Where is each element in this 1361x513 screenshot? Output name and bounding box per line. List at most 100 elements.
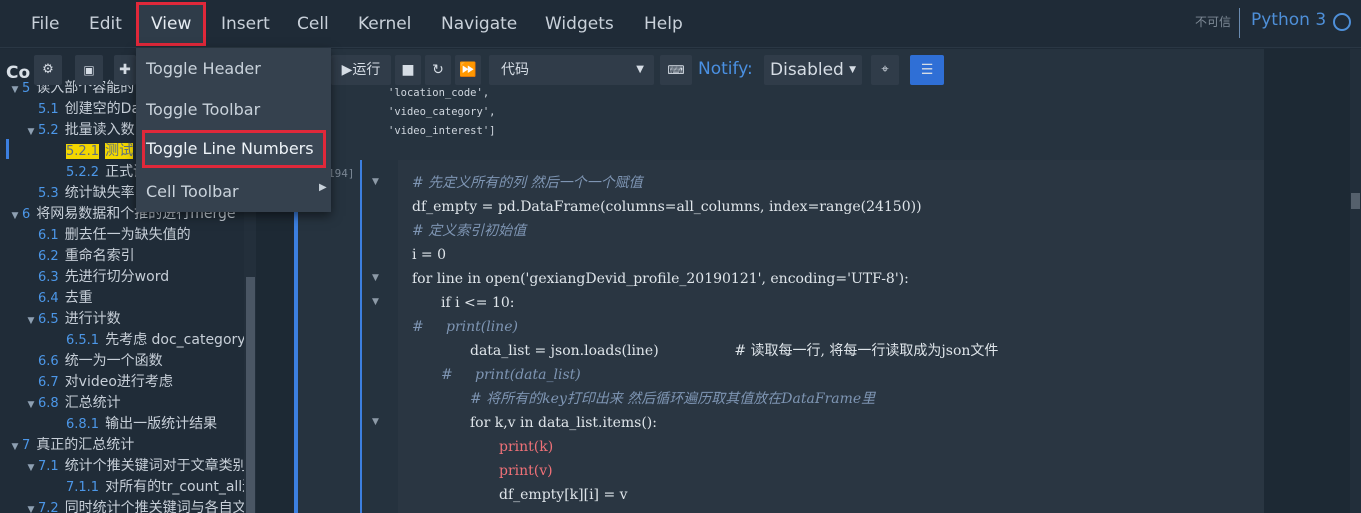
trust-indicator[interactable]: 不可信 — [1195, 13, 1231, 30]
menu-cell[interactable]: Cell — [297, 0, 329, 48]
toc-text: 对所有的tr_count_all进行 — [105, 479, 256, 495]
code-line: # 先定义所有的列 然后一个一个赋值 — [412, 175, 643, 191]
toc-item[interactable]: 6.2 重命名索引 — [24, 246, 135, 267]
toc-text: 同时统计个推关键词与各自文 — [64, 500, 247, 513]
toc-item[interactable]: 6.4 去重 — [24, 288, 93, 309]
toc-item[interactable]: 5.2.1 测试 — [52, 141, 134, 162]
fold-caret-icon[interactable]: ▼ — [372, 273, 379, 283]
chevron-down-icon: ▼ — [636, 64, 644, 75]
notebook-scrollbar[interactable] — [1350, 49, 1361, 513]
toc-current-marker — [6, 139, 9, 159]
add-cell-icon[interactable]: ✚ — [114, 55, 136, 85]
menu-navigate[interactable]: Navigate — [441, 0, 517, 48]
caret-down-icon[interactable]: ▼ — [8, 80, 22, 101]
toc-item[interactable]: ▼ 7.2 同时统计个推关键词与各自文 — [24, 498, 247, 513]
notify-select[interactable]: Disabled ▼ — [764, 55, 862, 85]
run-label: 运行 — [352, 62, 381, 78]
menu-kernel[interactable]: Kernel — [358, 0, 411, 48]
fold-caret-icon[interactable]: ▼ — [372, 177, 379, 187]
menubar: File Edit View Insert Cell Kernel Naviga… — [0, 0, 1361, 48]
target-icon[interactable]: ⌖ — [871, 55, 899, 85]
gear-icon[interactable]: ⚙ — [34, 55, 62, 85]
caret-down-icon[interactable]: ▼ — [24, 122, 38, 143]
view-menu-dropdown: Toggle Header Toggle Toolbar Toggle Line… — [136, 48, 331, 212]
toc-number: 6.5.1 — [66, 333, 100, 348]
toc-item[interactable]: ▼ 7.1 统计个推关键词对于文章类别 — [24, 456, 247, 477]
toc-text: 统一为一个函数 — [64, 353, 163, 369]
jupyter-notebook-window: File Edit View Insert Cell Kernel Naviga… — [0, 0, 1361, 513]
caret-down-icon[interactable]: ▼ — [8, 206, 22, 227]
toc-text: 创建空的Da — [64, 101, 141, 117]
toc-text: 汇总统计 — [64, 395, 121, 411]
stop-icon[interactable]: ■ — [395, 55, 421, 85]
menu-insert[interactable]: Insert — [221, 0, 270, 48]
restart-icon[interactable]: ↻ — [425, 55, 451, 85]
submenu-arrow-icon: ▶ — [319, 182, 327, 193]
menu-help[interactable]: Help — [644, 0, 683, 48]
toc-text: 先进行切分word — [64, 269, 170, 285]
list-icon[interactable]: ☰ — [910, 55, 944, 85]
toc-item[interactable]: ▼ 7 真正的汇总统计 — [8, 435, 135, 458]
menu-item-toggle-header[interactable]: Toggle Header — [136, 50, 331, 88]
code-line: df_empty[k][i] = v — [499, 487, 628, 503]
sidebar-scrollbar-thumb[interactable] — [246, 277, 255, 513]
fast-forward-icon[interactable]: ⏩ — [455, 55, 481, 85]
toc-number: 5.1 — [38, 102, 59, 117]
toc-item[interactable]: 7.1.1 对所有的tr_count_all进行 — [52, 477, 256, 498]
toc-text: 统计个推关键词对于文章类别 — [64, 458, 247, 474]
toc-item[interactable]: 6.3 先进行切分word — [24, 267, 169, 288]
toc-item[interactable]: ▼ 5.2 批量读入数 — [24, 120, 135, 141]
toc-number: 5 — [22, 81, 31, 96]
cell-selection-bar — [294, 160, 298, 513]
menu-edit[interactable]: Edit — [89, 0, 122, 48]
caret-down-icon[interactable]: ▼ — [24, 500, 38, 513]
toc-item[interactable]: 6.7 对video进行考虑 — [24, 372, 173, 393]
toc-number: 7 — [22, 438, 31, 453]
menu-item-toggle-toolbar[interactable]: Toggle Toolbar — [136, 91, 331, 129]
chevron-down-icon: ▼ — [849, 65, 856, 75]
caret-down-icon[interactable]: ▼ — [24, 458, 38, 479]
fold-caret-icon[interactable]: ▼ — [372, 297, 379, 307]
menu-widgets[interactable]: Widgets — [545, 0, 614, 48]
toc-item[interactable]: 6.5.1 先考虑 doc_category 生 — [52, 330, 256, 351]
toc-text: 先考虑 doc_category 生 — [105, 332, 256, 348]
caret-down-icon[interactable]: ▼ — [8, 437, 22, 458]
code-gutter — [360, 160, 398, 513]
toc-item[interactable]: 5.3 统计缺失率 — [24, 183, 135, 204]
toc-number: 6.7 — [38, 375, 59, 390]
toc-number: 6.8 — [38, 396, 59, 411]
toc-number: 7.1 — [38, 459, 59, 474]
cell-type-select[interactable]: 代码 ▼ — [489, 55, 654, 85]
code-line: print(k) — [499, 439, 554, 455]
notify-value: Disabled — [770, 60, 844, 80]
menu-item-toggle-line-numbers[interactable]: Toggle Line Numbers — [142, 130, 326, 168]
toc-item[interactable]: 6.6 统一为一个函数 — [24, 351, 163, 372]
fold-caret-icon[interactable]: ▼ — [372, 417, 379, 427]
cell-type-value: 代码 — [501, 62, 529, 78]
divider — [1239, 8, 1240, 38]
save-icon[interactable]: ▣ — [75, 55, 103, 85]
keyboard-icon[interactable]: ⌨ — [660, 55, 692, 85]
kernel-name[interactable]: Python 3 — [1251, 10, 1326, 30]
toc-item[interactable]: 5.1 创建空的Da — [24, 99, 140, 120]
toc-item[interactable]: ▼ 6.5 进行计数 — [24, 309, 121, 330]
menu-item-cell-toolbar[interactable]: Cell Toolbar — [136, 173, 331, 211]
code-line: data_list = json.loads(line) # 读取每一行, 将每… — [470, 343, 999, 359]
toc-number: 6.4 — [38, 291, 59, 306]
caret-down-icon[interactable]: ▼ — [24, 311, 38, 332]
toc-text: 统计缺失率 — [64, 185, 135, 201]
toc-item[interactable]: ▼ 6.8 汇总统计 — [24, 393, 121, 414]
caret-down-icon[interactable]: ▼ — [24, 395, 38, 416]
toc-item[interactable]: 6.8.1 输出一版统计结果 — [52, 414, 217, 435]
toc-item[interactable]: 5.2.2 正式读 — [52, 162, 147, 183]
code-line: for line in open('gexiangDevid_profile_2… — [412, 271, 909, 287]
menu-file[interactable]: File — [31, 0, 59, 48]
toc-item[interactable]: 6.1 删去任一为缺失值的 — [24, 225, 191, 246]
toc-text: 测试 — [105, 143, 134, 159]
toc-number: 6.1 — [38, 228, 59, 243]
toc-text: 真正的汇总统计 — [36, 437, 135, 453]
notebook-scrollbar-thumb[interactable] — [1351, 193, 1360, 209]
run-button[interactable]: ▶运行 — [331, 55, 391, 85]
code-line: # 将所有的key打印出来 然后循环遍历取其值放在DataFrame里 — [470, 391, 876, 407]
menu-view[interactable]: View — [136, 2, 207, 46]
